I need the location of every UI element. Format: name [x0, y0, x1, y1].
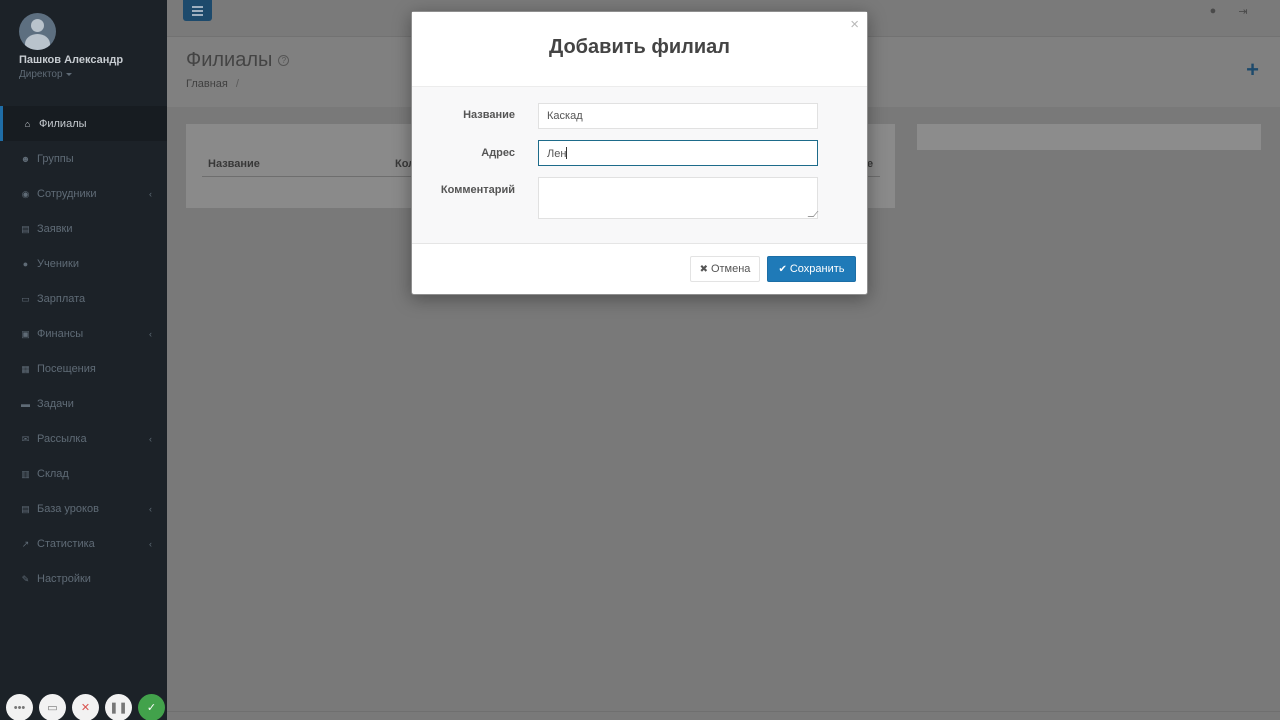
close-icon[interactable]: ×	[850, 16, 859, 33]
save-label: Сохранить	[789, 263, 845, 275]
check-icon: ✔	[778, 263, 787, 275]
name-field-value: Каскад	[547, 110, 583, 122]
modal-title: Добавить филиал	[548, 36, 731, 58]
times-icon: ✖	[699, 263, 708, 275]
address-field-value: Лен	[547, 148, 567, 160]
comment-label: Комментарий	[440, 184, 515, 196]
save-button[interactable]: ✔ Сохранить	[767, 256, 856, 282]
address-field[interactable]: Лен	[538, 140, 818, 166]
modal-overlay: Добавить филиал × Название Каскад Адрес …	[0, 0, 1280, 720]
cancel-label: Отмена	[710, 263, 751, 275]
modal-body: Название Каскад Адрес Лен Комментарий	[412, 86, 867, 244]
cancel-button[interactable]: ✖ Отмена	[690, 256, 760, 282]
name-field[interactable]: Каскад	[538, 103, 818, 129]
comment-field[interactable]	[538, 177, 819, 219]
name-label: Название	[463, 109, 515, 121]
add-branch-modal: Добавить филиал × Название Каскад Адрес …	[411, 11, 868, 295]
resize-grip-icon[interactable]	[807, 211, 819, 217]
address-label: Адрес	[481, 147, 515, 159]
modal-header: Добавить филиал ×	[412, 12, 867, 86]
text-cursor	[566, 147, 568, 159]
